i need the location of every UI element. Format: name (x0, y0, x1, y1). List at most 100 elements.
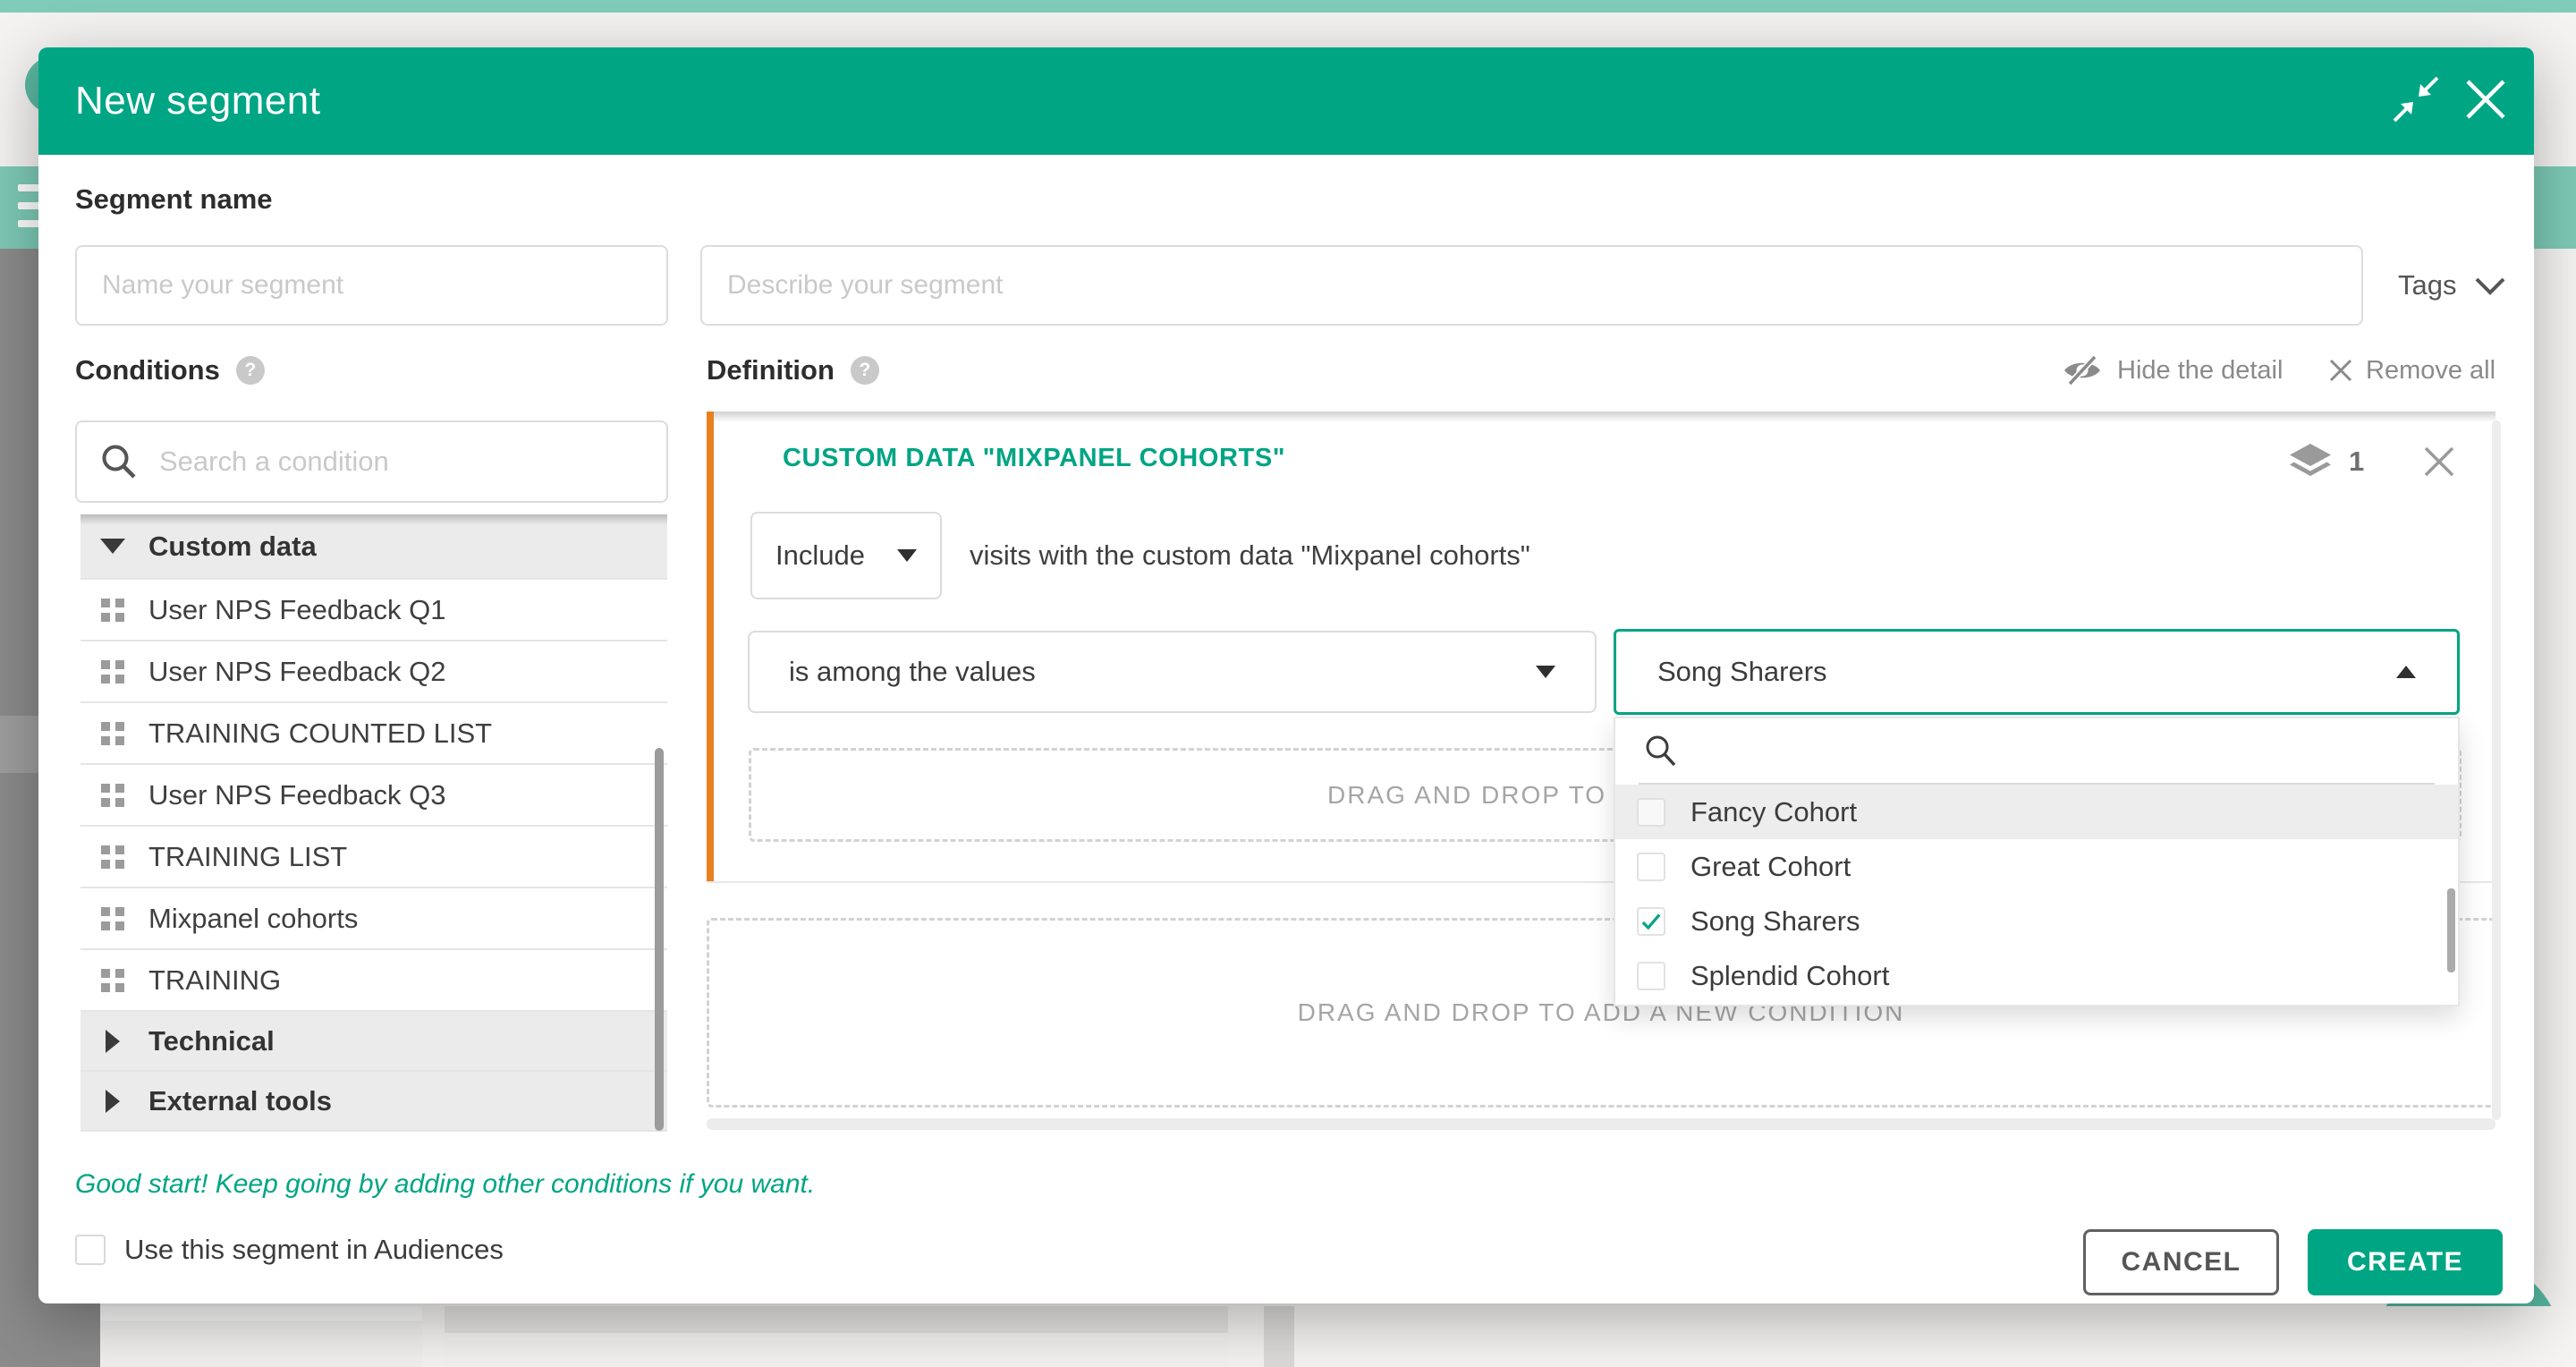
caret-down-icon (897, 549, 917, 562)
values-dropdown-panel: Fancy Cohort Great Cohort Song Sharers Sple… (1614, 717, 2460, 1006)
dropdown-option-song-sharers[interactable]: Song Sharers (1615, 894, 2458, 948)
cancel-button[interactable]: CANCEL (2083, 1229, 2279, 1295)
condition-phrase: visits with the custom data "Mixpanel co… (970, 512, 1530, 599)
condition-label: User NPS Feedback Q2 (148, 656, 446, 688)
definition-section-header: Definition ? (707, 352, 879, 388)
audiences-checkbox-label: Use this segment in Audiences (124, 1233, 504, 1267)
conditions-scrollbar[interactable] (655, 748, 664, 1131)
dropdown-scrollbar[interactable] (2447, 888, 2455, 972)
x-icon (2328, 358, 2353, 383)
checked-checkbox-icon[interactable] (1637, 907, 1665, 936)
triangle-right-icon (100, 1030, 125, 1053)
eye-off-icon (2062, 352, 2103, 388)
condition-group-technical[interactable]: Technical (80, 1012, 667, 1072)
hide-detail-button[interactable]: Hide the detail (2062, 352, 2283, 388)
create-button[interactable]: CREATE (2308, 1229, 2503, 1295)
layers-icon[interactable] (2286, 437, 2334, 486)
hide-detail-label: Hide the detail (2117, 356, 2283, 386)
condition-group-external-tools[interactable]: External tools (80, 1072, 667, 1132)
modal-header (38, 47, 2534, 155)
remove-all-button[interactable]: Remove all (2328, 352, 2496, 388)
operator-select[interactable]: is among the values (748, 631, 1597, 713)
progress-hint: Good start! Keep going by adding other c… (75, 1169, 815, 1200)
chevron-down-icon (2474, 275, 2506, 296)
dropdown-option-fancy-cohort[interactable]: Fancy Cohort (1615, 785, 2458, 839)
condition-item-mixpanel-cohorts[interactable]: Mixpanel cohorts (80, 888, 667, 950)
option-label: Fancy Cohort (1690, 796, 1857, 828)
background-top-strip (0, 0, 2576, 13)
condition-item-user-nps-feedback-q1[interactable]: User NPS Feedback Q1 (80, 580, 667, 641)
background-panel (445, 1306, 1228, 1367)
segment-name-label: Segment name (75, 183, 273, 216)
drag-handle-icon (100, 969, 125, 992)
condition-list: Custom data User NPS Feedback Q1 User NPS … (80, 514, 667, 1132)
definition-vertical-scrollbar[interactable] (2492, 420, 2501, 1120)
condition-item-user-nps-feedback-q3[interactable]: User NPS Feedback Q3 (80, 765, 667, 827)
condition-card-title: CUSTOM DATA "MIXPANEL COHORTS" (783, 444, 1285, 473)
condition-item-training-counted-list[interactable]: TRAINING COUNTED LIST (80, 703, 667, 765)
operator-value: is among the values (789, 656, 1036, 688)
triangle-down-icon (100, 539, 125, 554)
definition-horizontal-scrollbar[interactable] (707, 1118, 2496, 1130)
condition-label: User NPS Feedback Q1 (148, 594, 446, 626)
dropdown-option-great-cohort[interactable]: Great Cohort (1615, 839, 2458, 894)
condition-group-custom-data[interactable]: Custom data (80, 514, 667, 580)
condition-search-box (75, 420, 668, 503)
option-label: Splendid Cohort (1690, 960, 1889, 992)
segment-description-input[interactable] (700, 245, 2363, 326)
modal-title: New segment (75, 47, 321, 155)
condition-item-training-list[interactable]: TRAINING LIST (80, 827, 667, 888)
dropdown-search[interactable] (1639, 718, 2435, 785)
condition-label: Custom data (148, 531, 317, 563)
help-icon[interactable]: ? (851, 356, 879, 385)
segment-name-input[interactable] (75, 245, 668, 326)
background-panel (100, 1306, 422, 1367)
include-select[interactable]: Include (750, 512, 942, 599)
condition-label: TRAINING (148, 964, 281, 997)
condition-label: Technical (148, 1025, 275, 1057)
search-icon (98, 441, 140, 482)
condition-label: Mixpanel cohorts (148, 903, 358, 935)
include-value: Include (775, 539, 865, 572)
drag-handle-icon (100, 660, 125, 684)
values-select[interactable]: Song Sharers (1614, 629, 2460, 715)
drag-handle-icon (100, 907, 125, 930)
help-icon[interactable]: ? (236, 356, 265, 385)
condition-label: TRAINING COUNTED LIST (148, 717, 492, 750)
drag-handle-icon (100, 784, 125, 807)
option-label: Song Sharers (1690, 905, 1860, 938)
app-background: New segment Segment name Tags Co (0, 0, 2576, 1367)
caret-down-icon (1536, 666, 1555, 678)
unchecked-checkbox-icon[interactable] (1637, 962, 1665, 990)
collapse-icon[interactable] (2391, 74, 2441, 124)
option-label: Great Cohort (1690, 851, 1851, 883)
layers-count: 1 (2349, 446, 2364, 478)
conditions-label: Conditions (75, 354, 220, 386)
new-segment-modal: New segment Segment name Tags Co (38, 47, 2534, 1303)
unchecked-checkbox-icon[interactable] (1637, 853, 1665, 881)
drag-handle-icon (100, 845, 125, 869)
remove-all-label: Remove all (2366, 356, 2496, 386)
caret-up-icon (2396, 666, 2416, 678)
search-icon (1642, 732, 1680, 769)
background-panel (1294, 1306, 2576, 1367)
close-icon[interactable] (2461, 74, 2511, 124)
dropdown-options: Fancy Cohort Great Cohort Song Sharers Sple… (1615, 785, 2458, 1003)
unchecked-checkbox-icon[interactable] (1637, 798, 1665, 827)
condition-card-actions: 1 (2286, 437, 2457, 487)
tags-dropdown[interactable]: Tags (2398, 245, 2506, 326)
condition-search-input[interactable] (159, 446, 645, 478)
conditions-section-header: Conditions ? (75, 352, 265, 388)
condition-item-user-nps-feedback-q2[interactable]: User NPS Feedback Q2 (80, 641, 667, 703)
definition-label: Definition (707, 354, 835, 386)
condition-item-training[interactable]: TRAINING (80, 950, 667, 1012)
selected-value: Song Sharers (1657, 656, 1827, 688)
drag-handle-icon (100, 599, 125, 622)
audiences-checkbox[interactable] (75, 1235, 106, 1265)
condition-close-icon[interactable] (2421, 444, 2457, 480)
condition-label: User NPS Feedback Q3 (148, 779, 446, 811)
background-panel (1264, 1306, 1294, 1367)
tags-label: Tags (2398, 269, 2456, 301)
dropdown-option-splendid-cohort[interactable]: Splendid Cohort (1615, 948, 2458, 1003)
triangle-right-icon (100, 1090, 125, 1113)
